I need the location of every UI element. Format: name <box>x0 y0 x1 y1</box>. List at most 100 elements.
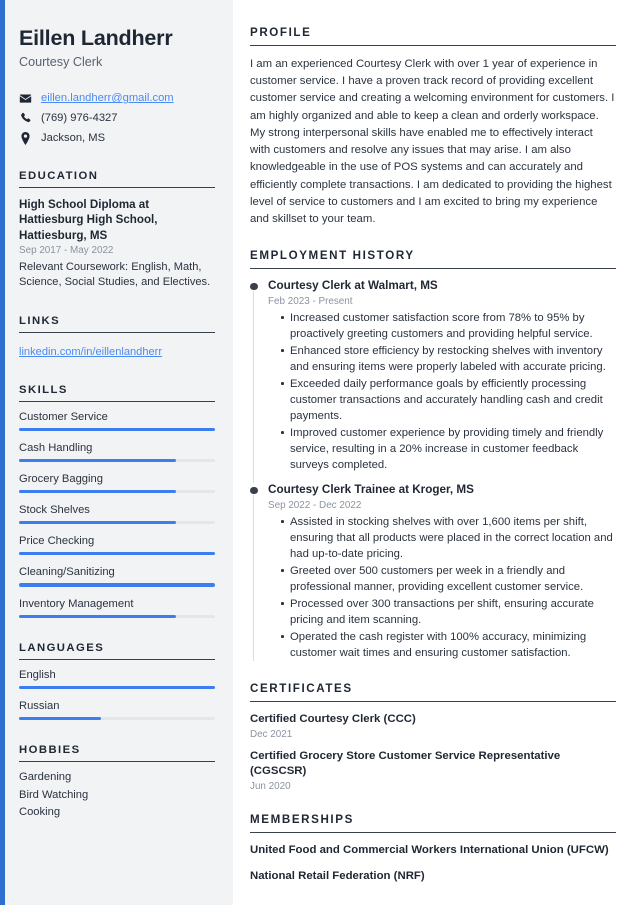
skill-rating-fill <box>19 583 215 587</box>
job-date: Sep 2022 - Dec 2022 <box>268 499 362 511</box>
language-rating-track <box>19 717 215 721</box>
skill-label: Cleaning/Sanitizing <box>19 566 115 579</box>
language-label: Russian <box>19 700 60 713</box>
link-linkedin[interactable]: linkedin.com/in/eillenlandherr <box>19 346 162 358</box>
job-bullet-list: Increased customer satisfaction score fr… <box>268 310 616 473</box>
contact-email[interactable]: eillen.landherr@gmail.com <box>41 92 174 104</box>
certificates-list: Certified Courtesy Clerk (CCC) Dec 2021 … <box>250 702 616 791</box>
certificate-title: Certified Grocery Store Customer Service… <box>250 750 561 777</box>
section-memberships: MEMBERSHIPS United Food and Commercial W… <box>250 813 616 884</box>
section-employment-history: EMPLOYMENT HISTORY Courtesy Clerk at Wal… <box>250 249 616 662</box>
certificates-heading: CERTIFICATES <box>250 682 616 703</box>
skill-label: Stock Shelves <box>19 504 90 517</box>
certificate-date: Jun 2020 <box>250 780 291 792</box>
skill-rating-track <box>19 583 215 587</box>
job-date: Feb 2023 - Present <box>268 295 353 307</box>
skill-label: Cash Handling <box>19 441 93 454</box>
job-role: Courtesy Clerk Trainee at Kroger, MS <box>268 483 474 497</box>
education-description: Relevant Coursework: English, Math, Scie… <box>19 260 211 289</box>
timeline-line <box>253 291 255 484</box>
candidate-job-title: Courtesy Clerk <box>19 54 103 69</box>
contact-row-email[interactable]: eillen.landherr@gmail.com <box>19 91 215 106</box>
profile-heading: PROFILE <box>250 26 616 46</box>
skill-rating-fill <box>19 458 176 462</box>
section-certificates: CERTIFICATES Certified Courtesy Clerk (C… <box>250 682 616 792</box>
certificate-item: Certified Courtesy Clerk (CCC) Dec 2021 <box>250 712 616 740</box>
skill-item: Cash Handling <box>19 442 215 462</box>
language-item: Russian <box>19 700 215 721</box>
skill-rating-fill <box>19 521 176 525</box>
skills-heading: SKILLS <box>19 384 215 402</box>
section-languages: LANGUAGES English Russian <box>19 642 215 721</box>
certificate-date: Dec 2021 <box>250 729 293 741</box>
skills-list: Customer Service Cash Handling Grocery B… <box>19 402 215 618</box>
skill-item: Grocery Bagging <box>19 473 215 494</box>
resume-page: Eillen Landherr Courtesy Clerk eillen.la… <box>0 0 640 905</box>
education-heading: EDUCATION <box>19 170 215 188</box>
skill-rating-fill <box>19 552 215 556</box>
contact-phone: (769) 976-4327 <box>41 112 118 125</box>
section-education: EDUCATION High School Diploma at Hatties… <box>19 170 215 291</box>
employment-heading: EMPLOYMENT HISTORY <box>250 249 616 270</box>
language-rating-fill <box>19 685 215 690</box>
hobby-item: Bird Watching <box>19 788 89 801</box>
employment-timeline: Courtesy Clerk at Walmart, MS Feb 2023 -… <box>250 279 616 662</box>
job-bullet: Exceeded daily performance goals by effi… <box>281 376 616 424</box>
skill-label: Inventory Management <box>19 597 134 610</box>
languages-heading: LANGUAGES <box>19 642 215 660</box>
certificate-title: Certified Courtesy Clerk (CCC) <box>250 713 416 726</box>
job-bullet: Operated the cash register with 100% acc… <box>281 629 616 661</box>
skill-rating-track <box>19 614 215 618</box>
location-pin-icon <box>19 131 32 145</box>
skill-item: Customer Service <box>19 411 215 431</box>
membership-item: National Retail Federation (NRF) <box>250 869 425 882</box>
skill-rating-fill <box>19 427 215 431</box>
main-column: PROFILE I am an experienced Courtesy Cle… <box>233 0 640 905</box>
sidebar: Eillen Landherr Courtesy Clerk eillen.la… <box>0 0 233 905</box>
skill-item: Stock Shelves <box>19 504 215 525</box>
skill-rating-track <box>19 521 215 525</box>
job-bullet-list: Assisted in stocking shelves with over 1… <box>268 514 616 661</box>
contact-row-phone: (769) 976-4327 <box>19 111 215 126</box>
skill-rating-track <box>19 489 215 494</box>
education-date: Sep 2017 - May 2022 <box>19 244 114 256</box>
membership-item: United Food and Commercial Workers Inter… <box>250 843 609 856</box>
skill-item: Cleaning/Sanitizing <box>19 566 215 587</box>
employment-entry: Courtesy Clerk Trainee at Kroger, MS Sep… <box>250 483 616 662</box>
job-bullet: Greeted over 500 customers per week in a… <box>281 563 616 595</box>
envelope-icon <box>19 92 32 105</box>
job-bullet: Improved customer experience by providin… <box>281 425 616 473</box>
phone-icon <box>19 112 32 124</box>
hobbies-heading: HOBBIES <box>19 744 215 763</box>
skill-item: Price Checking <box>19 535 215 556</box>
contact-list: eillen.landherr@gmail.com (769) 976-4327… <box>19 91 215 146</box>
links-heading: LINKS <box>19 315 215 333</box>
skill-label: Customer Service <box>19 410 108 423</box>
skill-item: Inventory Management <box>19 598 215 618</box>
job-role: Courtesy Clerk at Walmart, MS <box>268 279 438 293</box>
profile-text: I am an experienced Courtesy Clerk with … <box>250 58 615 226</box>
candidate-name: Eillen Landherr <box>19 26 173 50</box>
job-bullet: Processed over 300 transactions per shif… <box>281 596 616 628</box>
language-item: English <box>19 668 215 690</box>
skill-rating-fill <box>19 614 176 618</box>
education-degree: High School Diploma at Hattiesburg High … <box>19 197 158 242</box>
language-label: English <box>19 668 56 681</box>
job-bullet: Increased customer satisfaction score fr… <box>281 310 616 342</box>
hobby-item: Gardening <box>19 771 72 784</box>
memberships-list: United Food and Commercial Workers Inter… <box>250 833 616 884</box>
language-rating-fill <box>19 717 102 721</box>
skill-rating-fill <box>19 489 176 494</box>
timeline-dot-icon <box>250 486 258 495</box>
job-bullet: Assisted in stocking shelves with over 1… <box>281 514 616 562</box>
skill-label: Price Checking <box>19 535 95 548</box>
employment-entry: Courtesy Clerk at Walmart, MS Feb 2023 -… <box>250 279 616 484</box>
section-links: LINKS linkedin.com/in/eillenlandherr <box>19 315 215 360</box>
languages-list: English Russian <box>19 660 215 721</box>
hobbies-list: Gardening Bird Watching Cooking <box>19 762 215 818</box>
accent-stripe <box>0 0 5 905</box>
contact-location: Jackson, MS <box>41 132 106 145</box>
skill-rating-track <box>19 552 215 556</box>
hobby-item: Cooking <box>19 806 61 819</box>
language-rating-track <box>19 685 215 690</box>
